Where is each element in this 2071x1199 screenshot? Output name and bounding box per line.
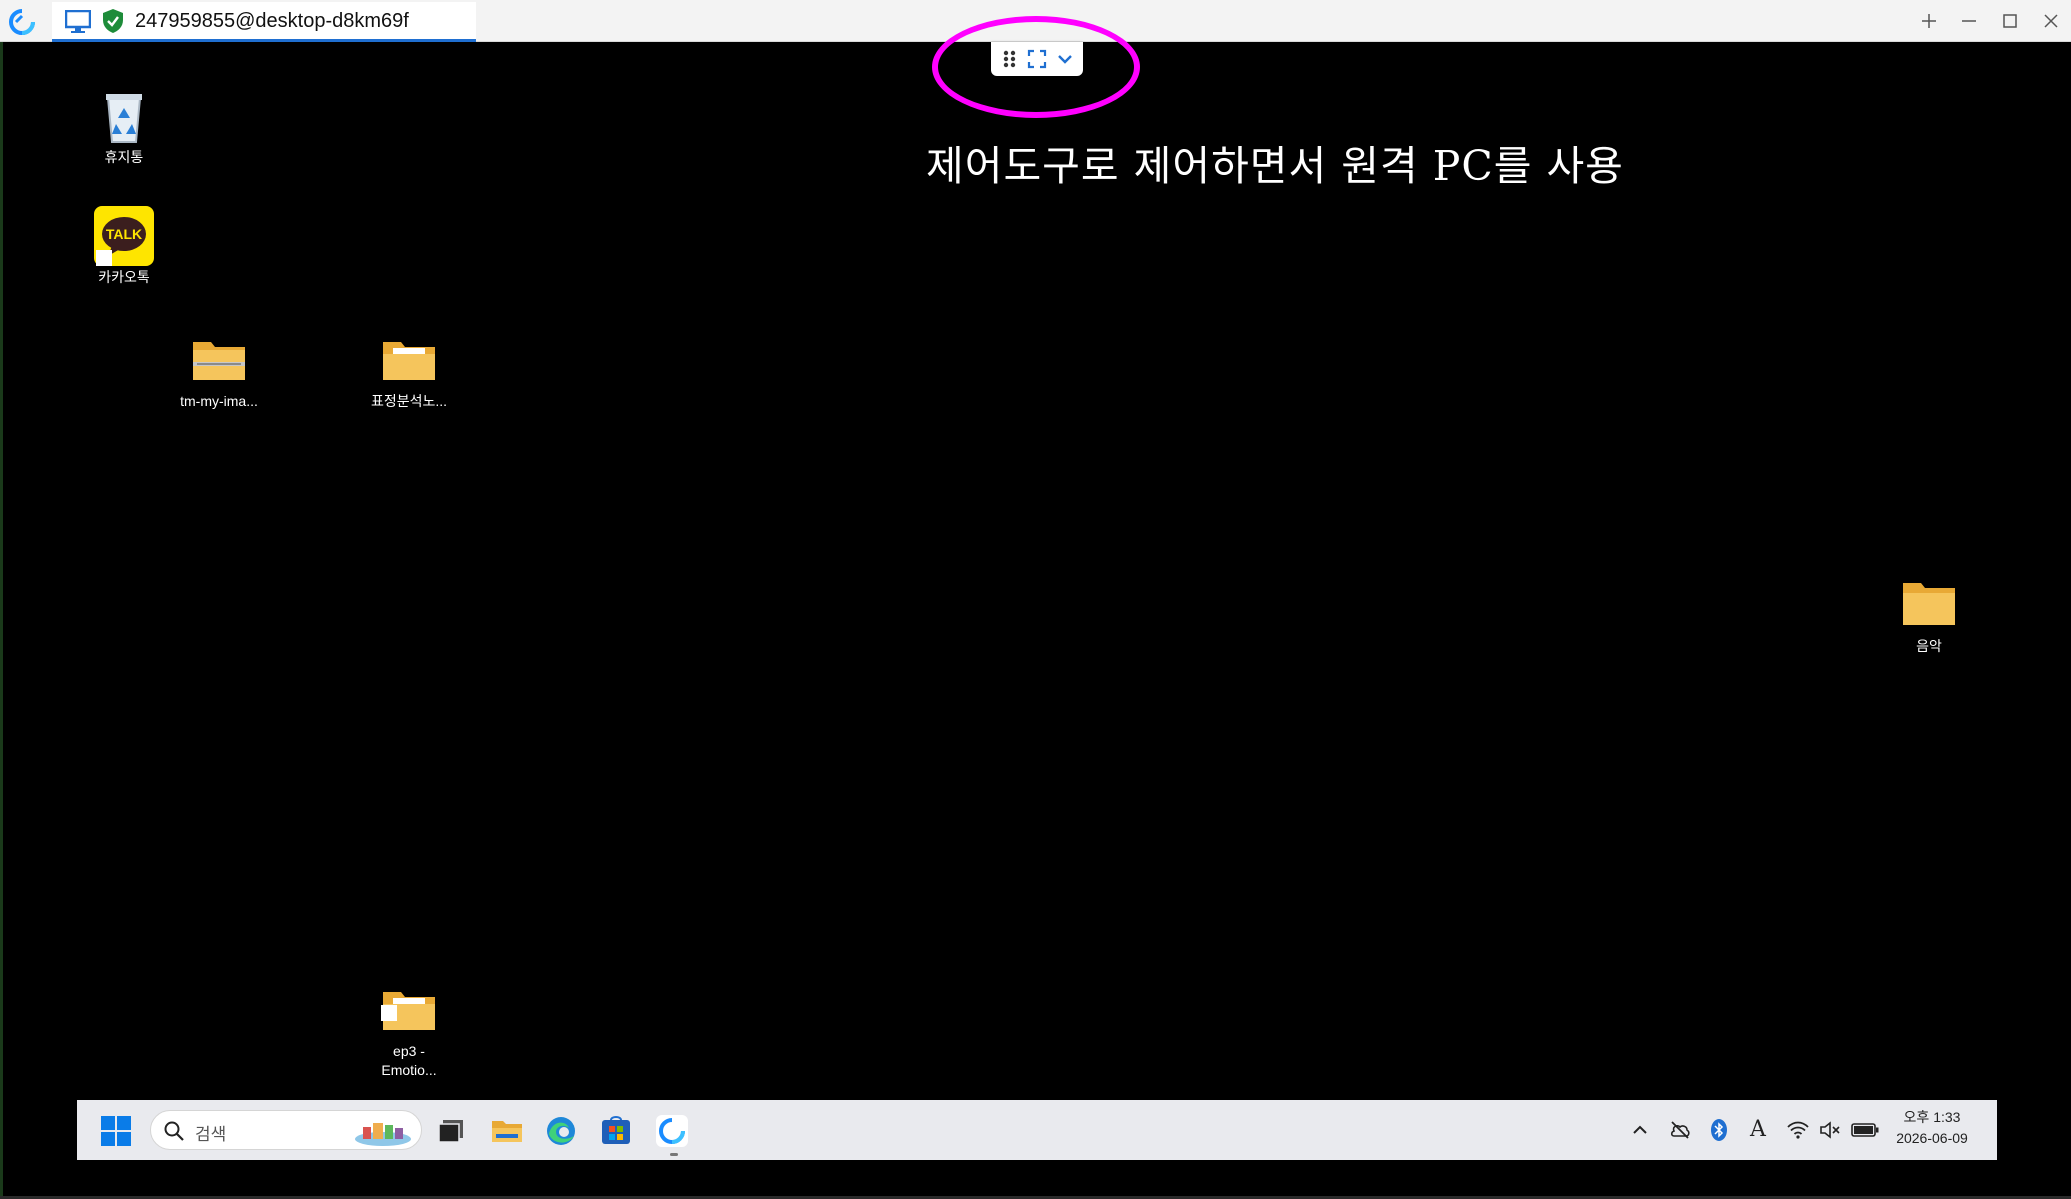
remote-app-logo-icon[interactable]	[8, 8, 36, 36]
desktop-icon-ep3[interactable]: ep3 - Emotio...	[354, 942, 464, 1099]
clock-time: 오후 1:33	[1903, 1109, 1961, 1125]
desktop-icon-music[interactable]: 음악	[1874, 575, 1984, 656]
desktop-icon-folder-emotion[interactable]: 표정분석노...	[354, 330, 464, 411]
battery-icon[interactable]	[1850, 1118, 1880, 1142]
search-input[interactable]: 검색	[150, 1110, 422, 1150]
edge-icon[interactable]	[544, 1114, 578, 1148]
desktop-icon-label: 카카오톡	[98, 269, 150, 285]
start-icon[interactable]	[99, 1114, 133, 1148]
tab-title: 247959855@desktop-d8km69f	[135, 10, 409, 32]
maximize-icon[interactable]	[1999, 10, 2021, 32]
desktop-icon-recycle-bin[interactable]: 휴지통	[69, 86, 179, 167]
file-explorer-icon[interactable]	[490, 1114, 524, 1148]
monitor-icon	[65, 10, 91, 33]
session-tab[interactable]: 247959855@desktop-d8km69f	[52, 2, 476, 42]
wifi-icon[interactable]	[1786, 1118, 1810, 1142]
bluetooth-icon[interactable]	[1707, 1118, 1731, 1142]
search-highlight-icon	[355, 1123, 411, 1146]
desktop-icon-label: 음악	[1916, 638, 1942, 654]
minimize-icon[interactable]	[1958, 10, 1980, 32]
highlight-ellipse	[932, 16, 1140, 118]
task-view-icon[interactable]	[435, 1114, 469, 1148]
shortcut-arrow-icon	[381, 1005, 397, 1021]
search-icon	[164, 1121, 184, 1141]
remote-app-icon[interactable]	[655, 1114, 689, 1148]
new-tab-icon[interactable]	[1918, 10, 1940, 32]
search-placeholder: 검색	[195, 1125, 227, 1145]
clock-date: 2026-06-09	[1896, 1130, 1968, 1146]
chevron-up-icon[interactable]	[1628, 1118, 1652, 1142]
desktop-icon-zip-folder[interactable]: tm-my-ima...	[164, 330, 274, 411]
zip-folder-icon	[193, 342, 245, 380]
store-icon[interactable]	[599, 1114, 633, 1148]
recycle-bin-icon	[106, 94, 142, 143]
desktop-icon-kakaotalk[interactable]: TALK 카카오톡	[69, 206, 179, 287]
annotation-text: 제어도구로 제어하면서 원격 PC를 사용	[926, 142, 1624, 190]
volume-mute-icon[interactable]	[1818, 1118, 1842, 1142]
ime-icon[interactable]: A	[1746, 1118, 1770, 1142]
close-icon[interactable]	[2040, 10, 2062, 32]
cloud-off-icon[interactable]	[1668, 1118, 1692, 1142]
shield-icon	[103, 9, 123, 33]
taskbar: 검색 A 오후 1:33 2026-06-09	[77, 1100, 1997, 1160]
running-indicator	[670, 1153, 678, 1156]
shortcut-arrow-icon	[96, 250, 112, 266]
svg-text:TALK: TALK	[106, 226, 142, 242]
window-edge	[0, 42, 3, 1199]
desktop-icon-label: 휴지통	[104, 149, 144, 165]
system-clock[interactable]: 오후 1:33 2026-06-09	[1887, 1107, 1977, 1149]
desktop-icon-label: ep3 - Emotio...	[381, 1043, 437, 1078]
folder-icon	[383, 342, 435, 380]
desktop-icon-label: 표정분석노...	[370, 393, 448, 409]
desktop-icon-label: tm-my-ima...	[180, 393, 258, 409]
music-folder-icon	[1903, 583, 1955, 625]
